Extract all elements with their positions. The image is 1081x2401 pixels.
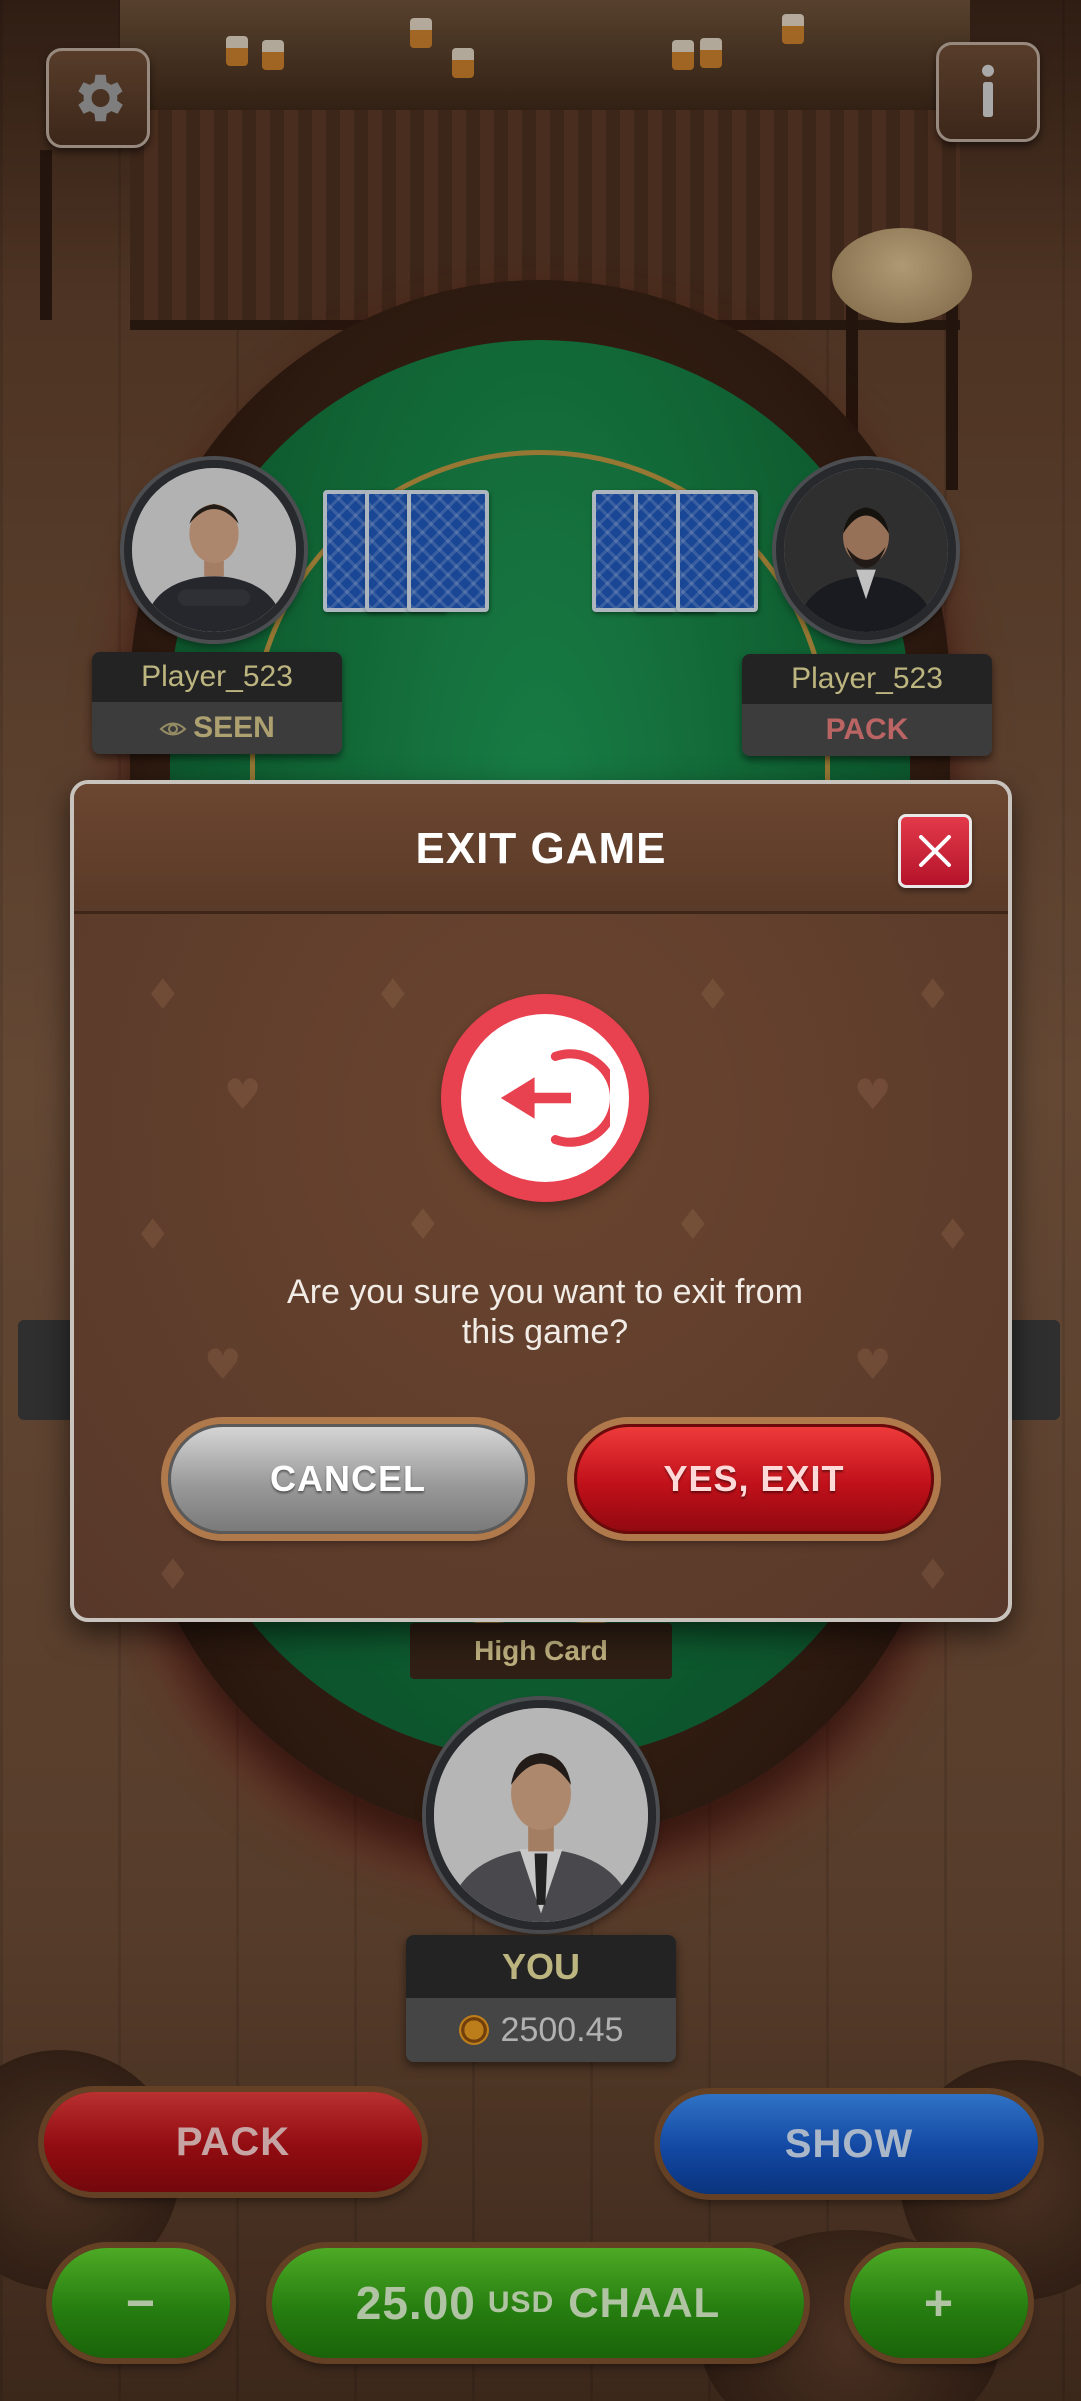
modal-message-line1: Are you sure you want to exit from [287,1273,803,1311]
confirm-exit-button[interactable]: YES, EXIT [574,1424,934,1534]
modal-message: Are you sure you want to exit from this … [214,1272,876,1352]
modal-title: EXIT GAME [415,824,667,873]
cancel-button-label: CANCEL [270,1458,426,1499]
exit-game-dialog: ♦♦ ♦♦ ♥♥ ♦♦ ♦♦ ♥♥ ♦♦ ♦♦ EXIT GAME Are yo… [70,780,1012,1622]
exit-icon-badge [441,994,649,1202]
close-button[interactable] [898,814,972,888]
exit-icon-inner [461,1014,629,1182]
cancel-button[interactable]: CANCEL [168,1424,528,1534]
exit-arrow-icon [500,1049,610,1147]
confirm-exit-button-label: YES, EXIT [663,1458,845,1499]
modal-message-line2: this game? [461,1313,629,1351]
close-icon [919,835,951,867]
